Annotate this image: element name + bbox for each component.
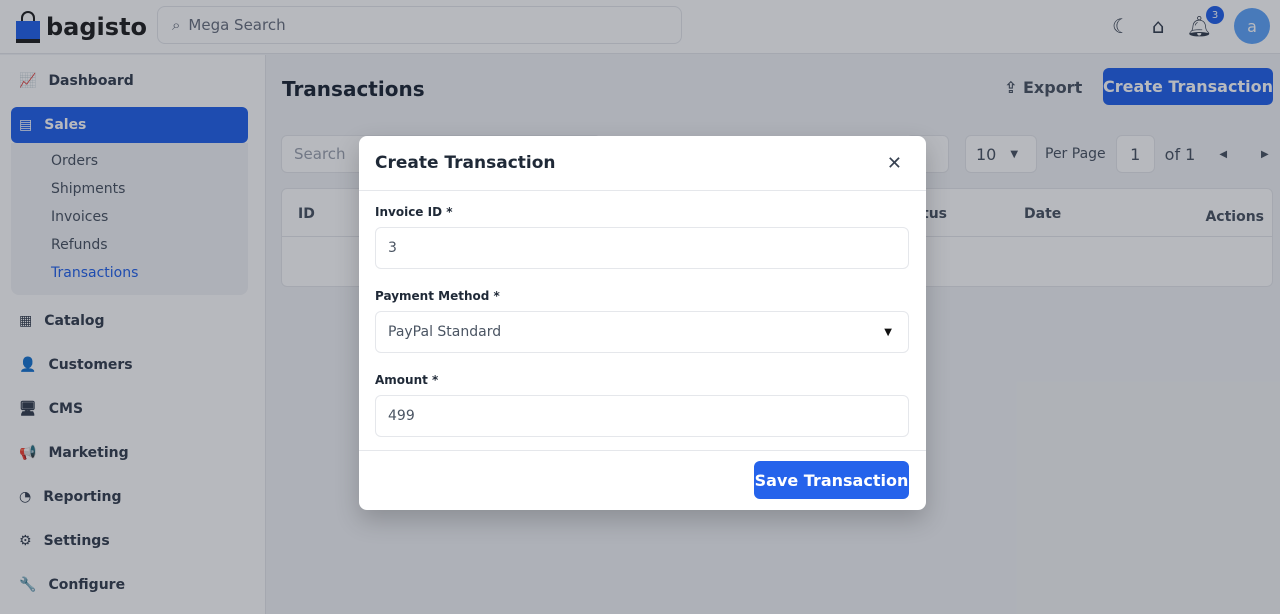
invoice-id-label: Invoice ID *: [375, 205, 453, 219]
payment-method-select[interactable]: PayPal Standard ▼: [375, 311, 909, 353]
caret-down-icon: ▼: [884, 326, 892, 338]
payment-method-label: Payment Method *: [375, 289, 500, 303]
amount-label: Amount *: [375, 373, 439, 387]
create-transaction-modal: Create Transaction ✕ Invoice ID * 3 Payme…: [359, 136, 926, 510]
modal-title: Create Transaction: [375, 153, 556, 173]
invoice-id-input[interactable]: 3: [375, 227, 909, 269]
amount-input[interactable]: 499: [375, 395, 909, 437]
close-icon[interactable]: ✕: [887, 153, 902, 174]
save-transaction-button[interactable]: Save Transaction: [754, 461, 909, 499]
